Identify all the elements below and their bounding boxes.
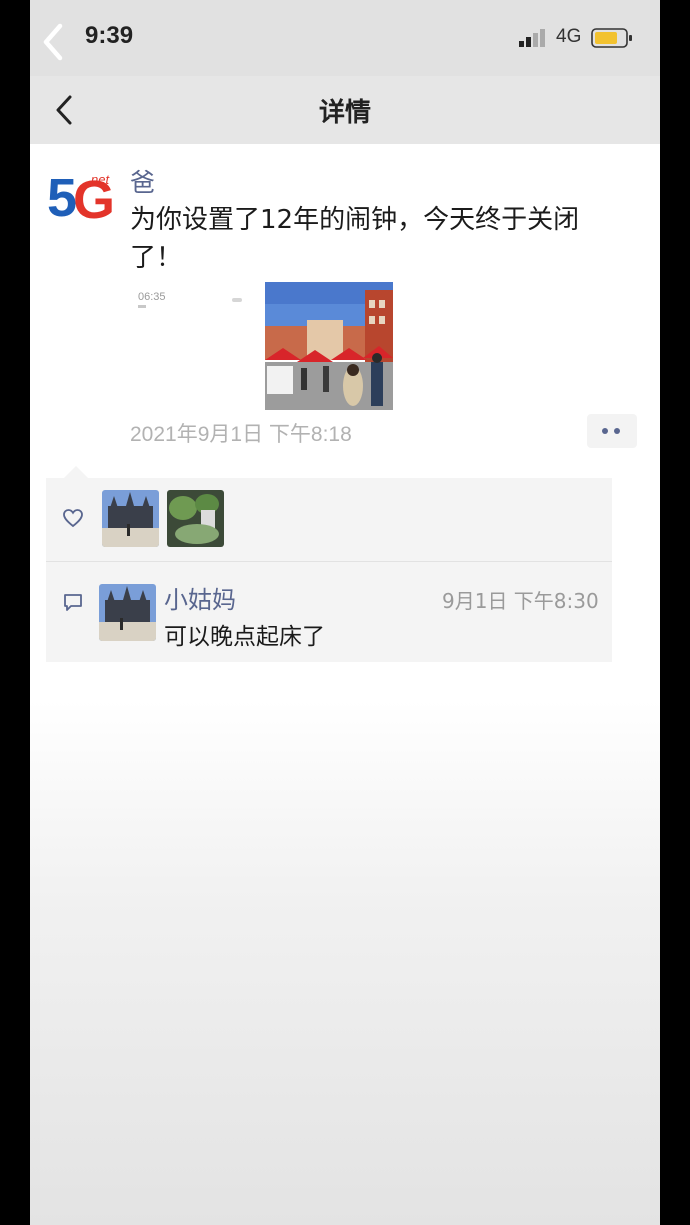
castle-photo-image [102, 490, 159, 547]
castle-photo-image [99, 584, 156, 641]
like-avatar[interactable] [167, 490, 224, 547]
status-bar: 9:39 4G [30, 0, 660, 76]
network-label: 4G [556, 26, 582, 47]
back-to-app-icon[interactable] [36, 22, 72, 62]
page-title: 详情 [318, 98, 371, 128]
campus-photo-image [265, 282, 393, 410]
battery-icon [591, 28, 632, 48]
comment-author-name[interactable]: 小姑妈 [164, 580, 236, 615]
author-avatar[interactable]: 5 G net [47, 160, 117, 226]
signal-icon [519, 29, 545, 47]
comment-avatar[interactable] [99, 584, 156, 641]
alarm-time-text: 06:35 [138, 291, 166, 303]
nav-bar: 详情 [30, 76, 660, 144]
post-author-name[interactable]: 爸 [130, 163, 155, 199]
comment-box-arrow [64, 466, 88, 478]
comment-text[interactable]: 可以晚点起床了 [164, 617, 325, 651]
more-dot-icon [602, 428, 608, 434]
plant-photo-image [167, 490, 224, 547]
more-actions-button[interactable] [587, 414, 637, 448]
comment-icon [64, 594, 82, 611]
alarm-screenshot-image: 06:35 [136, 282, 264, 410]
comment-time: 9月1日 下午8:30 [442, 589, 599, 613]
like-avatar[interactable] [102, 490, 159, 547]
likes-divider [46, 561, 612, 562]
post-date: 2021年9月1日 下午8:18 [130, 423, 352, 446]
phone-screen: 9:39 4G 详情 5 G net 爸 为你设置了12年的闹钟，今天终于关闭了… [30, 0, 660, 1225]
post-photo-campus[interactable] [265, 282, 393, 410]
post-photo-alarm[interactable]: 06:35 [136, 282, 264, 410]
post-text: 为你设置了12年的闹钟，今天终于关闭了！ [130, 205, 580, 273]
heart-icon [63, 509, 83, 528]
more-dot-icon [614, 428, 620, 434]
status-time: 9:39 [85, 22, 134, 49]
svg-text:net: net [91, 172, 110, 187]
